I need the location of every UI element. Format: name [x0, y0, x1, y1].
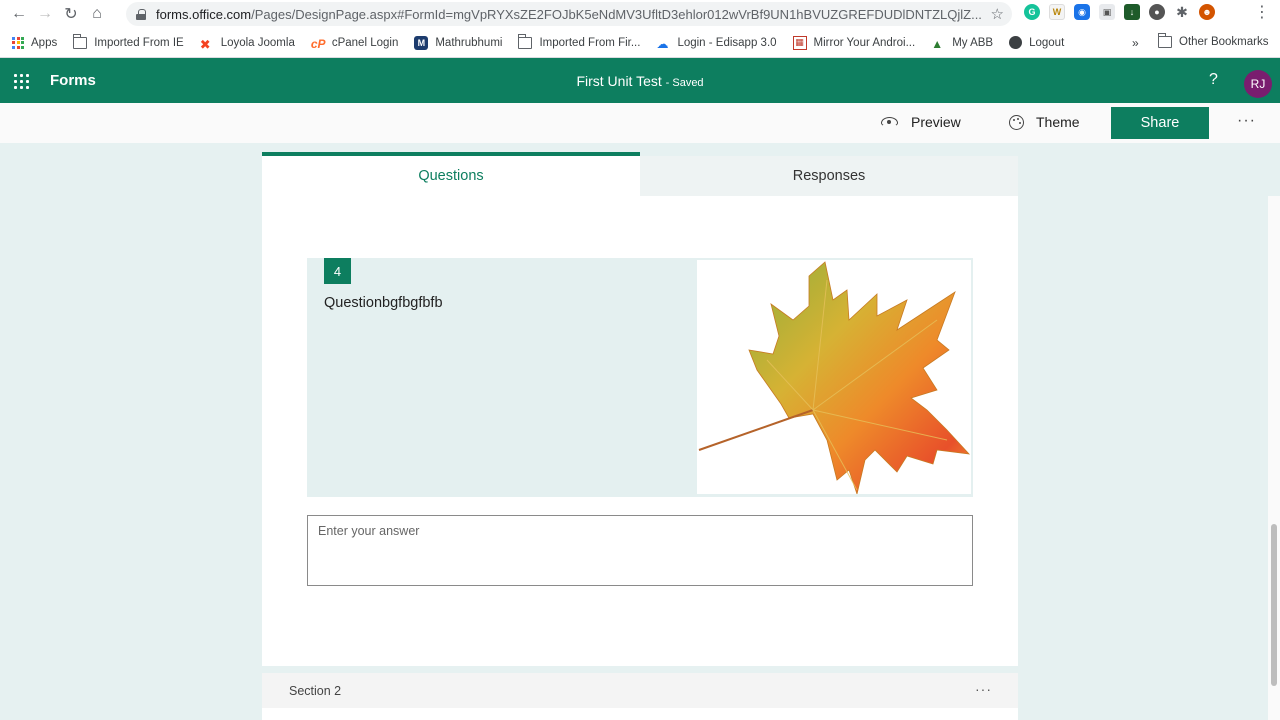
forward-arrow-icon[interactable]: →	[32, 1, 58, 27]
forms-header: Forms First Unit Test - Saved ? RJ	[0, 58, 1280, 103]
home-icon[interactable]: ⌂	[84, 1, 110, 27]
command-bar: Preview Theme Share ···	[0, 103, 1280, 143]
browser-menu-icon[interactable]: ⋮	[1254, 4, 1270, 22]
extension-blue-icon[interactable]: ◉	[1074, 4, 1090, 20]
bookmark-mathrubhumi[interactable]: M Mathrubhumi	[414, 35, 502, 50]
bookmark-star-icon[interactable]: ☆	[991, 5, 1004, 23]
question-number: 4	[324, 258, 351, 284]
puzzle-extensions-icon[interactable]: ✱	[1174, 4, 1190, 20]
bookmark-my-abb[interactable]: ▲ My ABB	[931, 36, 993, 51]
apps-icon	[12, 36, 24, 49]
user-avatar[interactable]: RJ	[1244, 70, 1272, 98]
bookmark-cpanel-login[interactable]: cP cPanel Login	[310, 36, 399, 51]
grammarly-extension-icon[interactable]: G	[1024, 4, 1040, 20]
address-bar[interactable]: forms.office.com/Pages/DesignPage.aspx#F…	[126, 2, 1012, 26]
bookmarks-bar: Apps Imported From IE ✖ Loyola Joomla cP…	[0, 28, 1280, 58]
tab-questions[interactable]: Questions	[262, 152, 640, 196]
folder-icon	[73, 33, 88, 49]
mirror-icon: ▦	[792, 35, 807, 50]
bookmark-logout[interactable]: Logout	[1009, 36, 1064, 49]
section-more-icon[interactable]: ···	[975, 681, 992, 697]
extension-dark-icon[interactable]: ●	[1149, 4, 1165, 20]
lock-icon	[136, 8, 146, 20]
eye-icon	[881, 117, 898, 127]
help-icon[interactable]: ?	[1209, 71, 1218, 89]
profile-avatar-icon[interactable]: ☻	[1199, 4, 1215, 20]
globe-icon	[1009, 36, 1023, 49]
folder-icon	[518, 33, 533, 49]
more-options-icon[interactable]: ···	[1237, 112, 1256, 130]
extension-screen-icon[interactable]: ▣	[1099, 4, 1115, 20]
section-body	[262, 708, 1018, 720]
save-status: - Saved	[665, 77, 704, 89]
reload-icon[interactable]: ↻	[58, 1, 84, 27]
preview-button[interactable]: Preview	[881, 114, 961, 130]
bookmark-imported-from-firefox[interactable]: Imported From Fir...	[518, 33, 640, 49]
palette-icon	[1009, 114, 1024, 130]
bookmark-apps[interactable]: Apps	[12, 36, 57, 49]
abb-icon: ▲	[931, 36, 944, 51]
bookmark-edisapp-login[interactable]: ☁ Login - Edisapp 3.0	[656, 36, 776, 51]
url-text: forms.office.com/Pages/DesignPage.aspx#F…	[156, 6, 982, 22]
joomla-icon: ✖	[199, 36, 211, 52]
form-title: First Unit Test - Saved	[576, 73, 704, 89]
extension-icons: G W ◉ ▣ ↓ ● ✱ ☻	[1024, 4, 1215, 20]
theme-button[interactable]: Theme	[1009, 114, 1080, 130]
question-text[interactable]: Questionbgfbgfbfb	[324, 295, 443, 311]
answer-input[interactable]	[307, 515, 973, 586]
folder-icon	[1158, 33, 1172, 48]
scrollbar-thumb[interactable]	[1271, 524, 1277, 686]
maple-leaf-image	[698, 261, 971, 496]
download-extension-icon[interactable]: ↓	[1124, 4, 1140, 20]
share-button[interactable]: Share	[1111, 107, 1209, 139]
browser-toolbar: ← → ↻ ⌂ forms.office.com/Pages/DesignPag…	[0, 0, 1280, 28]
cloud-icon: ☁	[656, 36, 669, 51]
tab-responses[interactable]: Responses	[640, 156, 1018, 196]
section-title: Section 2	[289, 684, 342, 698]
bookmark-other-bookmarks[interactable]: Other Bookmarks	[1158, 33, 1268, 48]
extension-w-icon[interactable]: W	[1049, 4, 1065, 20]
bookmark-mirror-android[interactable]: ▦ Mirror Your Androi...	[792, 35, 915, 50]
cpanel-icon: cP	[310, 36, 326, 51]
bookmark-imported-from-ie[interactable]: Imported From IE	[73, 33, 184, 49]
section-header[interactable]: Section 2 ···	[262, 673, 1018, 708]
mathrubhumi-icon: M	[414, 35, 429, 50]
back-arrow-icon[interactable]: ←	[6, 1, 32, 27]
question-image	[697, 260, 971, 496]
bookmark-loyola-joomla[interactable]: ✖ Loyola Joomla	[199, 36, 295, 52]
more-bookmarks-icon[interactable]: »	[1132, 36, 1139, 50]
